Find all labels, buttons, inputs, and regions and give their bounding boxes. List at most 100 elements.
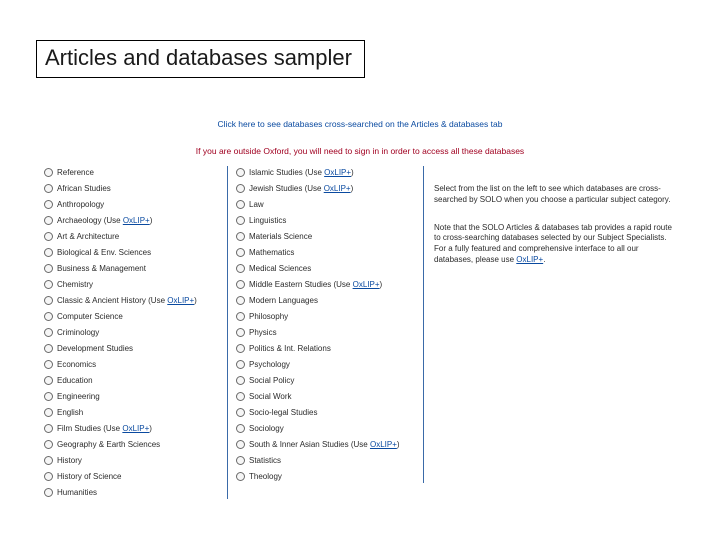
subject-row[interactable]: Humanities xyxy=(44,486,221,499)
subject-row[interactable]: African Studies xyxy=(44,182,221,195)
subject-row[interactable]: Criminology xyxy=(44,326,221,339)
radio-icon[interactable] xyxy=(236,248,245,257)
radio-icon[interactable] xyxy=(44,296,53,305)
subject-row[interactable]: Middle Eastern Studies (Use OxLIP+) xyxy=(236,278,417,291)
radio-icon[interactable] xyxy=(236,328,245,337)
radio-icon[interactable] xyxy=(236,296,245,305)
subject-row[interactable]: Socio-legal Studies xyxy=(236,406,417,419)
subject-row[interactable]: Islamic Studies (Use OxLIP+) xyxy=(236,166,417,179)
subject-row[interactable]: Psychology xyxy=(236,358,417,371)
radio-icon[interactable] xyxy=(44,312,53,321)
subject-row[interactable]: Sociology xyxy=(236,422,417,435)
radio-icon[interactable] xyxy=(236,344,245,353)
subject-row[interactable]: Materials Science xyxy=(236,230,417,243)
radio-icon[interactable] xyxy=(44,472,53,481)
info-2-text-a: Note that the SOLO Articles & databases … xyxy=(434,223,672,264)
radio-icon[interactable] xyxy=(44,168,53,177)
radio-icon[interactable] xyxy=(44,184,53,193)
subject-row[interactable]: Engineering xyxy=(44,390,221,403)
subject-column-2: Islamic Studies (Use OxLIP+) Jewish Studi… xyxy=(228,166,424,483)
info-2-text-b: . xyxy=(543,255,545,264)
radio-icon[interactable] xyxy=(44,376,53,385)
radio-icon[interactable] xyxy=(236,408,245,417)
subject-label: Physics xyxy=(249,328,277,337)
subject-row[interactable]: Linguistics xyxy=(236,214,417,227)
subject-label: Islamic Studies (Use OxLIP+) xyxy=(249,168,354,177)
subject-row[interactable]: Social Work xyxy=(236,390,417,403)
subject-row[interactable]: Computer Science xyxy=(44,310,221,323)
subject-row[interactable]: Social Policy xyxy=(236,374,417,387)
radio-icon[interactable] xyxy=(236,200,245,209)
oxlip-link[interactable]: OxLIP+ xyxy=(167,296,194,305)
subject-row[interactable]: Jewish Studies (Use OxLIP+) xyxy=(236,182,417,195)
subject-row[interactable]: Chemistry xyxy=(44,278,221,291)
subject-row[interactable]: Politics & Int. Relations xyxy=(236,342,417,355)
radio-icon[interactable] xyxy=(44,232,53,241)
subject-row[interactable]: History xyxy=(44,454,221,467)
subject-row[interactable]: Anthropology xyxy=(44,198,221,211)
oxlip-link[interactable]: OxLIP+ xyxy=(516,255,543,264)
radio-icon[interactable] xyxy=(44,248,53,257)
subject-row[interactable]: Law xyxy=(236,198,417,211)
radio-icon[interactable] xyxy=(236,440,245,449)
subject-row[interactable]: Biological & Env. Sciences xyxy=(44,246,221,259)
oxlip-link[interactable]: OxLIP+ xyxy=(353,280,380,289)
radio-icon[interactable] xyxy=(44,264,53,273)
oxlip-link[interactable]: OxLIP+ xyxy=(122,424,149,433)
radio-icon[interactable] xyxy=(236,360,245,369)
oxlip-link[interactable]: OxLIP+ xyxy=(370,440,397,449)
subject-row[interactable]: Art & Architecture xyxy=(44,230,221,243)
radio-icon[interactable] xyxy=(44,440,53,449)
radio-icon[interactable] xyxy=(236,280,245,289)
subject-label: Statistics xyxy=(249,456,281,465)
banner: Click here to see databases cross-search… xyxy=(36,100,684,136)
radio-icon[interactable] xyxy=(236,184,245,193)
subject-row[interactable]: Mathematics xyxy=(236,246,417,259)
subject-row[interactable]: South & Inner Asian Studies (Use OxLIP+) xyxy=(236,438,417,451)
radio-icon[interactable] xyxy=(236,232,245,241)
radio-icon[interactable] xyxy=(44,344,53,353)
oxlip-link[interactable]: OxLIP+ xyxy=(123,216,150,225)
subject-row[interactable]: Economics xyxy=(44,358,221,371)
radio-icon[interactable] xyxy=(44,280,53,289)
radio-icon[interactable] xyxy=(44,488,53,497)
radio-icon[interactable] xyxy=(44,328,53,337)
subject-row[interactable]: Physics xyxy=(236,326,417,339)
oxlip-link[interactable]: OxLIP+ xyxy=(324,184,351,193)
radio-icon[interactable] xyxy=(44,216,53,225)
radio-icon[interactable] xyxy=(44,200,53,209)
subject-row[interactable]: Geography & Earth Sciences xyxy=(44,438,221,451)
radio-icon[interactable] xyxy=(236,216,245,225)
radio-icon[interactable] xyxy=(44,360,53,369)
subject-row[interactable]: Business & Management xyxy=(44,262,221,275)
radio-icon[interactable] xyxy=(236,168,245,177)
radio-icon[interactable] xyxy=(236,264,245,273)
subject-row[interactable]: Classic & Ancient History (Use OxLIP+) xyxy=(44,294,221,307)
subject-row[interactable]: English xyxy=(44,406,221,419)
subject-row[interactable]: Statistics xyxy=(236,454,417,467)
radio-icon[interactable] xyxy=(44,408,53,417)
subject-row[interactable]: Education xyxy=(44,374,221,387)
radio-icon[interactable] xyxy=(44,392,53,401)
radio-icon[interactable] xyxy=(236,312,245,321)
subject-row[interactable]: Philosophy xyxy=(236,310,417,323)
subject-row[interactable]: Film Studies (Use OxLIP+) xyxy=(44,422,221,435)
banner-link[interactable]: Click here to see databases cross-search… xyxy=(218,119,503,129)
radio-icon[interactable] xyxy=(236,424,245,433)
radio-icon[interactable] xyxy=(44,424,53,433)
subject-row[interactable]: Development Studies xyxy=(44,342,221,355)
radio-icon[interactable] xyxy=(236,392,245,401)
subject-row[interactable]: Reference xyxy=(44,166,221,179)
subject-row[interactable]: Modern Languages xyxy=(236,294,417,307)
subject-row[interactable]: Archaeology (Use OxLIP+) xyxy=(44,214,221,227)
oxlip-link[interactable]: OxLIP+ xyxy=(324,168,351,177)
subject-row[interactable]: Theology xyxy=(236,470,417,483)
subject-row[interactable]: History of Science xyxy=(44,470,221,483)
subject-row[interactable]: Medical Sciences xyxy=(236,262,417,275)
radio-icon[interactable] xyxy=(236,472,245,481)
subject-label: Psychology xyxy=(249,360,290,369)
subject-label: Modern Languages xyxy=(249,296,318,305)
radio-icon[interactable] xyxy=(236,376,245,385)
radio-icon[interactable] xyxy=(236,456,245,465)
radio-icon[interactable] xyxy=(44,456,53,465)
